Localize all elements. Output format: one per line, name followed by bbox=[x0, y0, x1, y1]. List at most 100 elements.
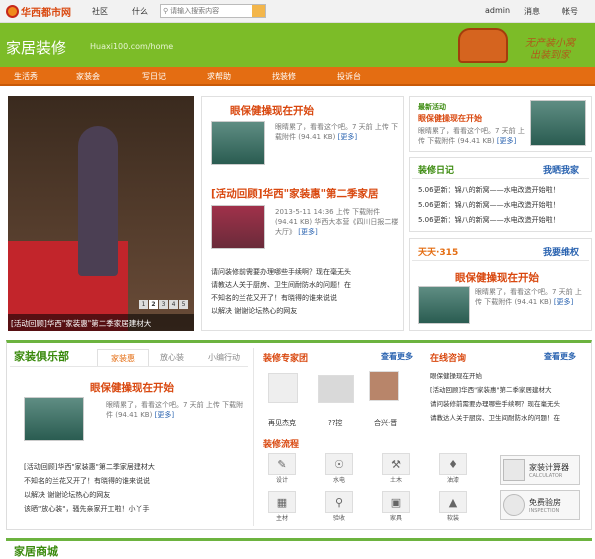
list-item[interactable]: 不知名的兰花又开了！有晓得的谁来说说 bbox=[211, 292, 401, 305]
list-item[interactable]: 以解决 谢谢论坛热心的网友 bbox=[24, 488, 155, 502]
pager-3[interactable]: 3 bbox=[159, 300, 168, 309]
step-decor[interactable]: ▲ 软装 bbox=[439, 491, 467, 522]
club-title: 家装俱乐部 bbox=[14, 350, 69, 363]
slide-pager: 1 2 3 4 5 bbox=[139, 300, 188, 309]
nav-item-help[interactable]: 求帮助 bbox=[207, 71, 231, 82]
rights-more[interactable]: [更多] bbox=[554, 298, 573, 306]
list-item[interactable]: 以解决 谢谢论坛热心的网友 bbox=[211, 305, 401, 318]
diary-link[interactable]: 我晒我家 bbox=[543, 163, 579, 176]
divider bbox=[412, 178, 589, 179]
lamp-icon: ▲ bbox=[439, 491, 467, 513]
slide-person bbox=[78, 126, 118, 276]
rights-item-title[interactable]: 眼保健操现在开始 bbox=[455, 270, 539, 285]
nav-item-find[interactable]: 找装修 bbox=[272, 71, 296, 82]
feature2-title[interactable]: [活动回顾]华西"家装惠"第二季家居 bbox=[211, 186, 401, 201]
what-link[interactable]: 什么 bbox=[132, 6, 148, 17]
club-item-title[interactable]: 眼保健操现在开始 bbox=[90, 380, 174, 395]
header-slogan: 无产装小窝 出装到家 bbox=[525, 38, 575, 61]
newest-thumb[interactable] bbox=[530, 100, 586, 146]
step-furniture[interactable]: ▣ 家具 bbox=[382, 491, 410, 522]
avatar[interactable] bbox=[318, 375, 354, 403]
process-steps: ✎ 设计 ☉ 水电 ⚒ 土木 ♦ 油漆 ▦ 主材 ⚲ 验收 ▣ 家具 ▲ 软装 bbox=[268, 453, 496, 523]
feature2-more[interactable]: [更多] bbox=[298, 228, 317, 236]
expert-name[interactable]: ??控 bbox=[328, 418, 342, 428]
feature1-more[interactable]: [更多] bbox=[338, 133, 357, 141]
site-url: Huaxi100.com/home bbox=[90, 42, 174, 51]
hammer-icon: ⚒ bbox=[382, 453, 410, 475]
account-menu[interactable]: 帐号 bbox=[562, 6, 578, 17]
newest-more[interactable]: [更多] bbox=[497, 137, 516, 145]
list-item[interactable]: 5.06更新：锦八的新窝——水电改造开始啦！ bbox=[418, 213, 560, 228]
search-input[interactable] bbox=[168, 7, 249, 15]
tab-club-deal[interactable]: 家装惠 bbox=[97, 349, 149, 366]
nav-item-club[interactable]: 家装会 bbox=[76, 71, 100, 82]
step-inspect[interactable]: ⚲ 验收 bbox=[325, 491, 353, 522]
diary-list: 5.06更新：锦八的新窝——水电改造开始啦！ 5.06更新：锦八的新窝——水电改… bbox=[418, 183, 560, 228]
tab-club-editor[interactable]: 小编行动 bbox=[208, 352, 240, 363]
step-masonry[interactable]: ⚒ 土木 bbox=[382, 453, 410, 484]
list-item[interactable]: 5.06更新：锦八的新窝——水电改造开始啦！ bbox=[418, 183, 560, 198]
page-title: 家居装修 bbox=[6, 39, 67, 57]
search-button[interactable] bbox=[252, 5, 265, 17]
list-item[interactable]: 请问装修前需要办理哪些手续啊？现在毫无头 bbox=[211, 266, 401, 279]
consult-title: 在线咨询 bbox=[430, 354, 467, 364]
avatar[interactable] bbox=[369, 371, 399, 401]
experts-title: 装修专家团 bbox=[263, 354, 309, 364]
list-item[interactable]: 5.06更新：锦八的新窝——水电改造开始啦！ bbox=[418, 198, 560, 213]
list-item[interactable]: 请教达人关于厨房、卫生间耐防水的问题！在 bbox=[211, 279, 401, 292]
tab-club-safe[interactable]: 放心装 bbox=[160, 352, 184, 363]
mall-title: 家居商城 bbox=[14, 545, 58, 558]
mall-section bbox=[6, 538, 592, 555]
rights-link[interactable]: 我要维权 bbox=[543, 245, 579, 258]
list-item[interactable]: 眼保健操现在开始 bbox=[430, 369, 590, 383]
nav-item-complain[interactable]: 投诉台 bbox=[337, 71, 361, 82]
sofa-icon: ▣ bbox=[382, 491, 410, 513]
feature1-thumb[interactable] bbox=[211, 121, 265, 165]
feature1-title[interactable]: 眼保健操现在开始 bbox=[230, 103, 314, 118]
calculator-button[interactable]: 家装计算器 CALCULATOR bbox=[500, 455, 580, 485]
process-title: 装修流程 bbox=[263, 440, 300, 450]
club-thumb[interactable] bbox=[24, 397, 84, 441]
nav-item-diary[interactable]: 写日记 bbox=[142, 71, 166, 82]
pager-5[interactable]: 5 bbox=[179, 300, 188, 309]
experts-more[interactable]: 查看更多 bbox=[381, 351, 413, 362]
step-paint[interactable]: ♦ 油漆 bbox=[439, 453, 467, 484]
list-item[interactable]: [活动回顾]华西"家装惠"第二季家居建材大 bbox=[430, 383, 590, 397]
consult-more[interactable]: 查看更多 bbox=[544, 351, 576, 362]
nav-item-life[interactable]: 生活秀 bbox=[14, 71, 38, 82]
expert-name[interactable]: 合兴·晋 bbox=[374, 418, 397, 428]
list-item[interactable]: 请教达人关于厨房、卫生间耐防水的问题！在 bbox=[430, 411, 590, 425]
admin-link[interactable]: admin bbox=[485, 6, 510, 15]
diary-title: 装修日记 bbox=[418, 166, 455, 176]
club-more[interactable]: [更多] bbox=[155, 411, 174, 419]
step-plumbing[interactable]: ☉ 水电 bbox=[325, 453, 353, 484]
pager-2[interactable]: 2 bbox=[149, 300, 158, 309]
rights-title: 天天·315 bbox=[418, 248, 459, 258]
inspection-button[interactable]: 免费验房 INSPECTION bbox=[500, 490, 580, 520]
pager-1[interactable]: 1 bbox=[139, 300, 148, 309]
feature2-thumb[interactable] bbox=[211, 205, 265, 249]
search-box[interactable]: ⚲ bbox=[160, 4, 266, 18]
community-link[interactable]: 社区 bbox=[92, 6, 108, 17]
step-materials[interactable]: ▦ 主材 bbox=[268, 491, 296, 522]
pager-4[interactable]: 4 bbox=[169, 300, 178, 309]
expert-name[interactable]: 再见杰克 bbox=[268, 418, 296, 428]
slideshow[interactable]: 1 2 3 4 5 [活动回顾]华西"家装惠"第二季家居建材大 bbox=[8, 96, 194, 331]
list-item[interactable]: 请问装修前需要办理哪些手续啊？现在毫无头 bbox=[430, 397, 590, 411]
list-item[interactable]: 该晒"放心装"，骚先亲家开工啦！小丫手 bbox=[24, 502, 155, 516]
newest-title[interactable]: 眼保健操现在开始 bbox=[418, 113, 482, 124]
magnifier-icon: ⚲ bbox=[325, 491, 353, 513]
feature2-list: 请问装修前需要办理哪些手续啊？现在毫无头 请教达人关于厨房、卫生间耐防水的问题！… bbox=[211, 266, 401, 318]
slide-caption[interactable]: [活动回顾]华西"家装惠"第二季家居建材大 bbox=[8, 314, 194, 331]
site-logo[interactable]: 华西都市网 bbox=[6, 4, 71, 19]
list-item[interactable]: 不知名的兰花又开了！有晓得的谁来说说 bbox=[24, 474, 155, 488]
newest-desc: 眼睛累了，看看这个吧。7 天前 上传 下载附件 (94.41 KB) [更多] bbox=[418, 127, 525, 145]
inspection-icon bbox=[503, 494, 525, 516]
step-design[interactable]: ✎ 设计 bbox=[268, 453, 296, 484]
avatar[interactable] bbox=[268, 373, 298, 403]
rights-thumb[interactable] bbox=[418, 286, 470, 324]
list-item[interactable]: [活动回顾]华西"家装惠"第二季家居建材大 bbox=[24, 460, 155, 474]
bulb-icon: ☉ bbox=[325, 453, 353, 475]
calculator-icon bbox=[503, 459, 525, 481]
message-menu[interactable]: 消息 bbox=[524, 6, 540, 17]
